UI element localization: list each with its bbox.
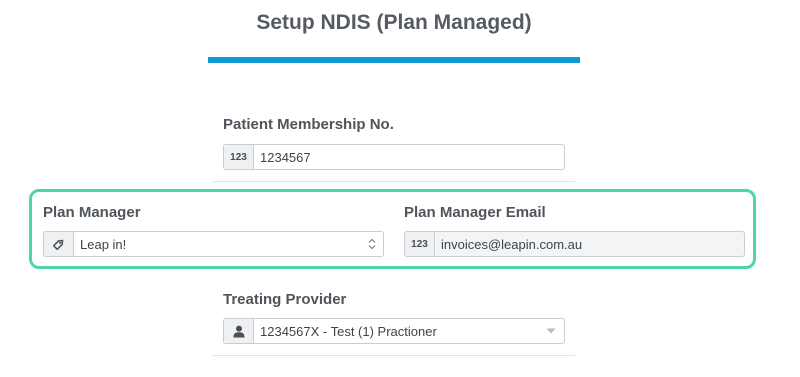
tag-icon bbox=[44, 232, 74, 256]
treating-provider-label: Treating Provider bbox=[223, 291, 347, 308]
divider-bottom bbox=[213, 355, 575, 356]
membership-field[interactable]: 123 1234567 bbox=[223, 144, 565, 170]
membership-label: Patient Membership No. bbox=[223, 116, 394, 133]
membership-value[interactable]: 1234567 bbox=[254, 145, 564, 169]
plan-manager-select[interactable]: Leap in! bbox=[43, 231, 384, 257]
title-accent-bar bbox=[208, 57, 580, 63]
plan-manager-email-addon: 123 bbox=[405, 232, 435, 256]
plan-manager-value: Leap in! bbox=[80, 236, 127, 252]
divider-top bbox=[213, 181, 575, 182]
select-updown-icon bbox=[361, 232, 383, 256]
highlight-frame bbox=[29, 189, 756, 269]
person-icon bbox=[224, 319, 254, 343]
plan-manager-email-label: Plan Manager Email bbox=[404, 204, 546, 221]
treating-provider-select[interactable]: 1234567X - Test (1) Practioner bbox=[223, 318, 565, 344]
treating-provider-value: 1234567X - Test (1) Practioner bbox=[260, 323, 437, 339]
membership-addon: 123 bbox=[224, 145, 254, 169]
page-title: Setup NDIS (Plan Managed) bbox=[256, 11, 532, 34]
chevron-down-icon bbox=[538, 319, 564, 343]
plan-manager-email-value[interactable]: invoices@leapin.com.au bbox=[435, 232, 744, 256]
plan-manager-email-field[interactable]: 123 invoices@leapin.com.au bbox=[404, 231, 745, 257]
plan-manager-label: Plan Manager bbox=[43, 204, 141, 221]
